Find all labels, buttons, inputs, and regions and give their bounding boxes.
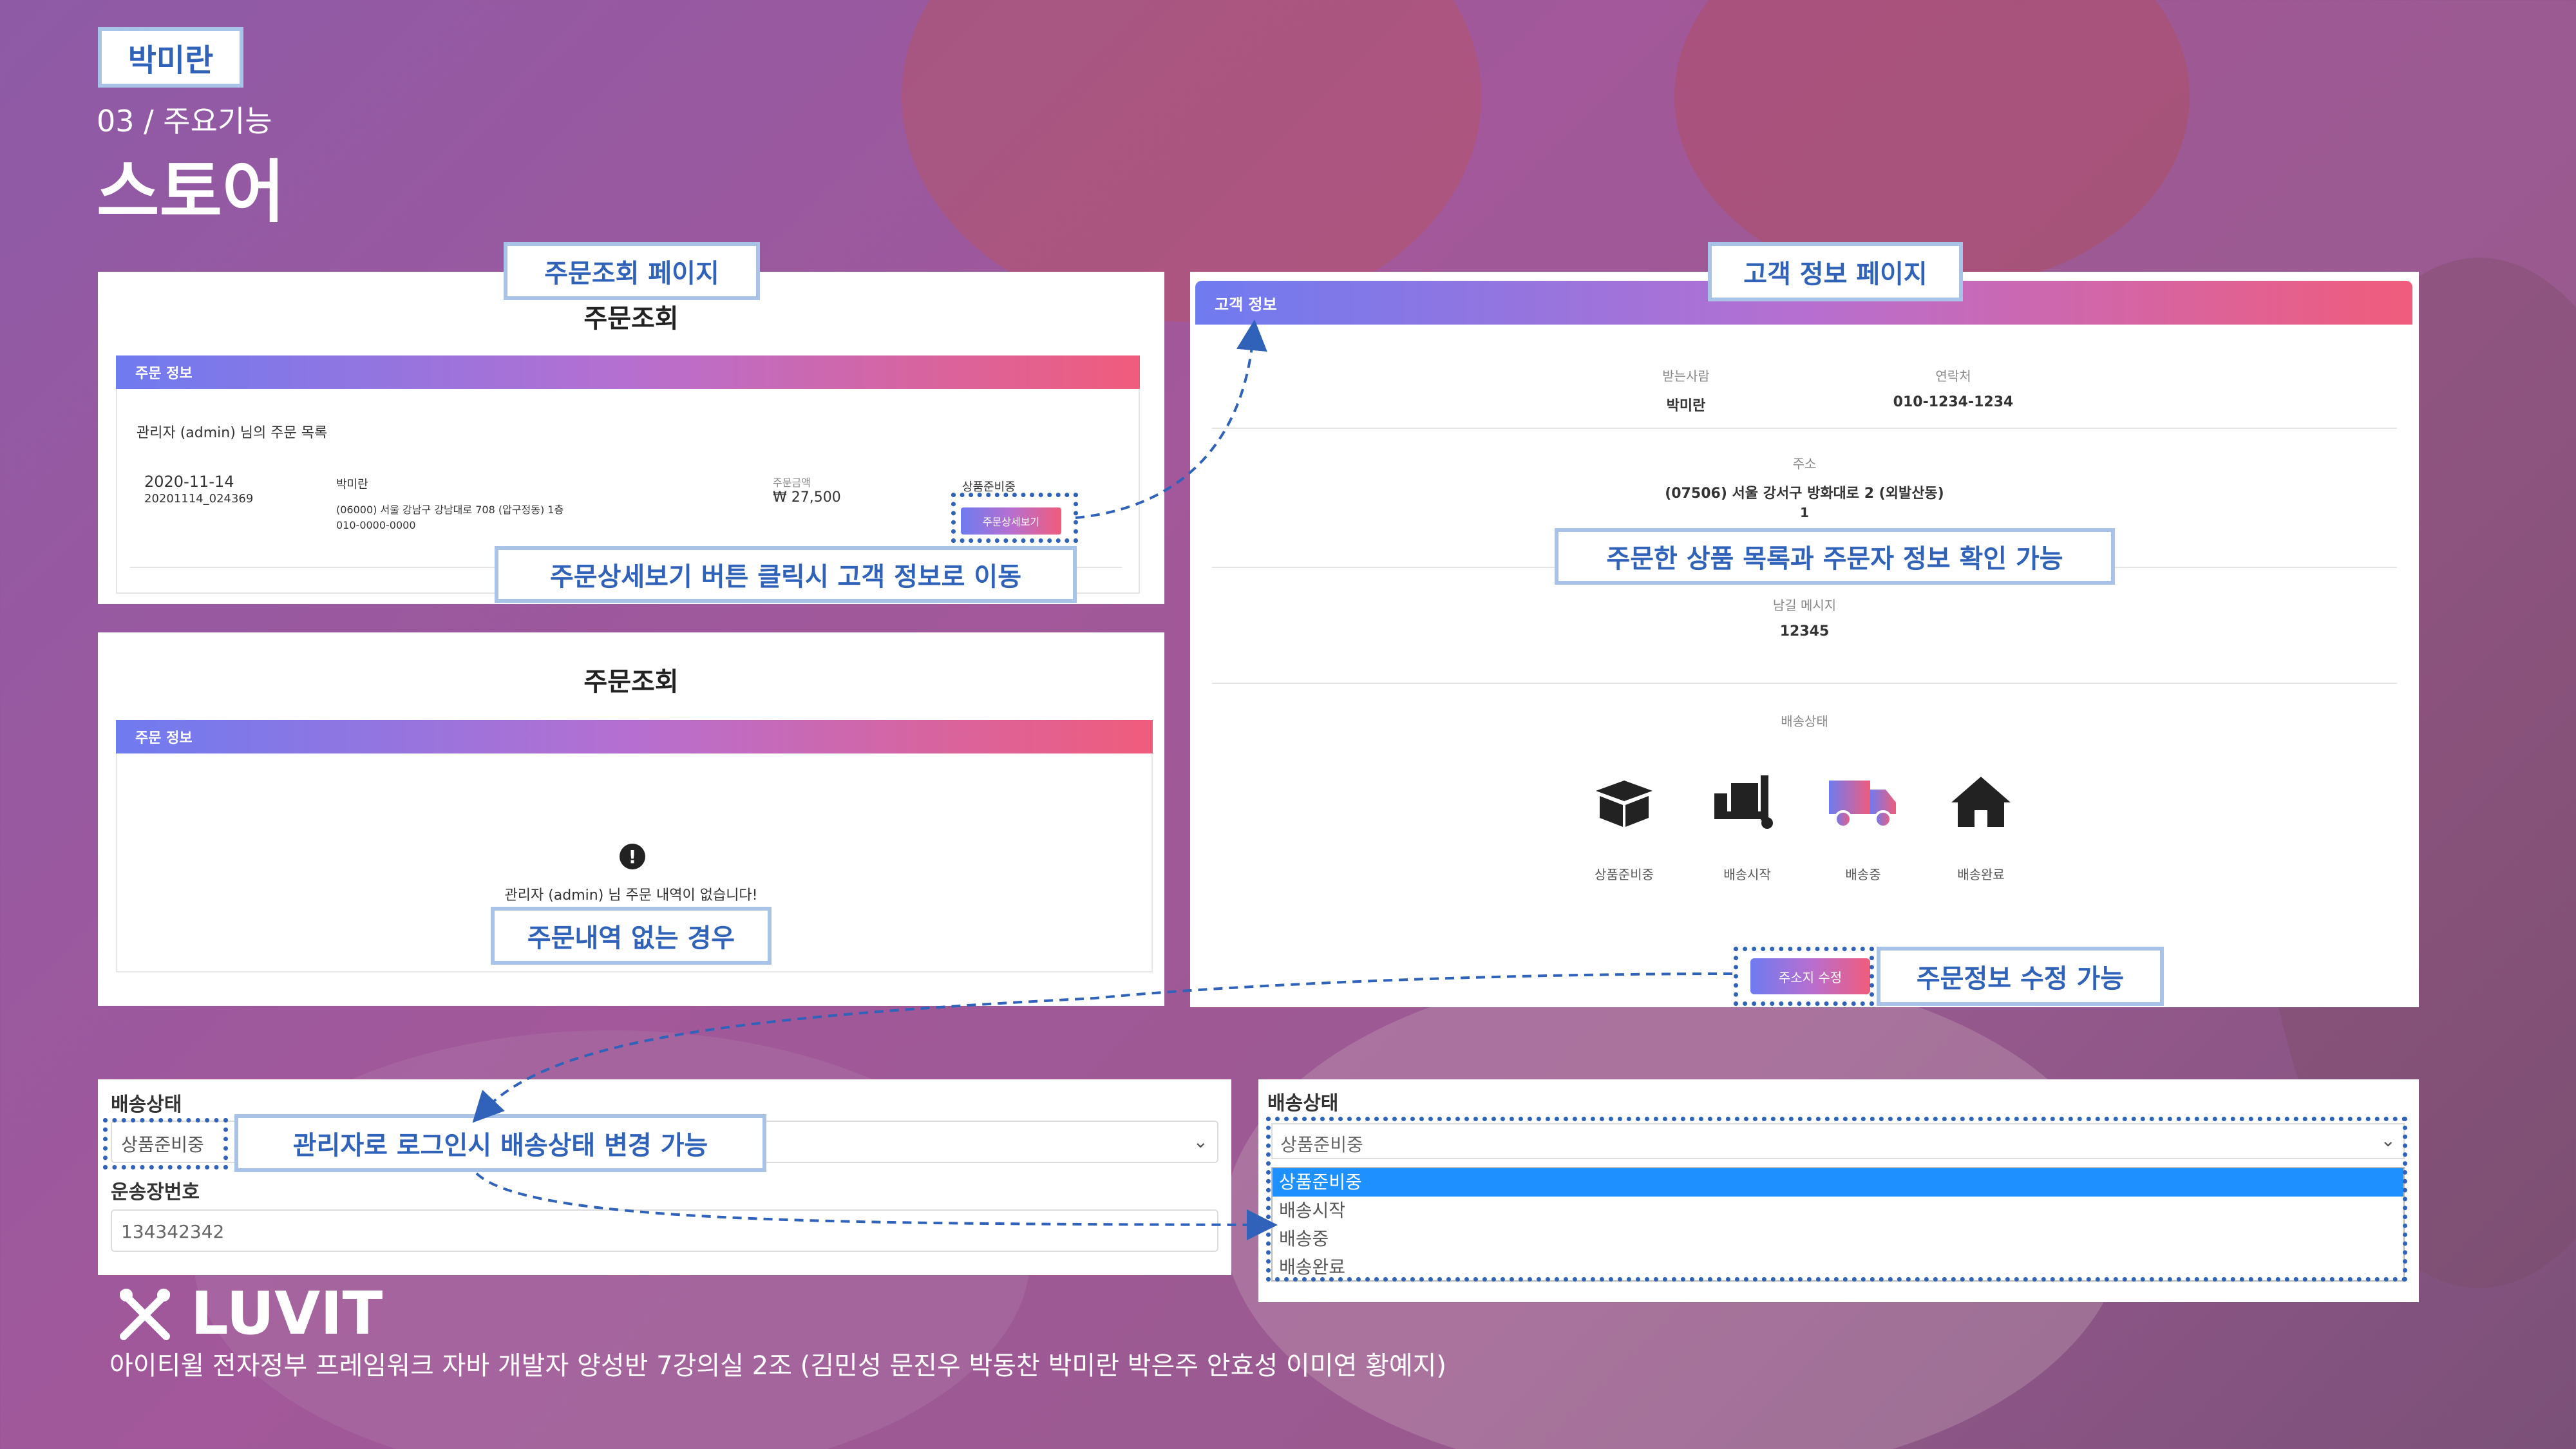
connector-arrows bbox=[472, 319, 1733, 1240]
arrow-detail-to-customer bbox=[1075, 319, 1267, 519]
arrow-edit-to-form bbox=[472, 972, 1733, 1123]
footer-credits: 아이티윌 전자정부 프레임워크 자바 개발자 양성반 7강의실 2조 (김민성 … bbox=[109, 1351, 1447, 1381]
arrow-form-to-dropdown bbox=[475, 1172, 1278, 1240]
luvit-logo: LUVIT bbox=[117, 1279, 383, 1348]
logo-text: LUVIT bbox=[191, 1279, 383, 1348]
scissors-icon bbox=[117, 1286, 173, 1341]
